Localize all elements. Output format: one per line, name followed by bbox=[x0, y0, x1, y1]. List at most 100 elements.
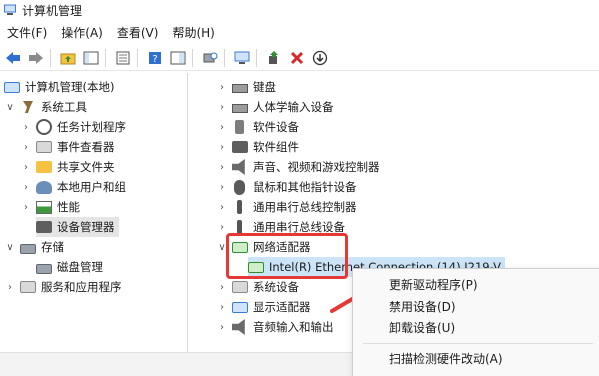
help-icon[interactable]: ? bbox=[145, 48, 165, 68]
tree-item-device-manager[interactable]: 设备管理器 bbox=[36, 217, 119, 237]
tree-item-system-tools[interactable]: ∨ 系统工具 bbox=[4, 97, 87, 117]
chevron-right-icon[interactable]: › bbox=[216, 281, 228, 293]
toolbar: ? bbox=[0, 45, 599, 71]
device-category-label: 软件组件 bbox=[253, 140, 299, 154]
chevron-right-icon[interactable]: › bbox=[216, 221, 228, 233]
software-component-icon bbox=[232, 141, 248, 153]
device-category-hid[interactable]: › 人体学输入设备 bbox=[216, 97, 334, 117]
tree-item-computer-management[interactable]: 计算机管理(本地) bbox=[4, 77, 114, 97]
usb-icon bbox=[237, 220, 242, 234]
device-category-display-adapters[interactable]: › 显示适配器 bbox=[216, 297, 311, 317]
chevron-right-icon[interactable]: › bbox=[20, 141, 32, 153]
device-category-mouse[interactable]: › 鼠标和其他指针设备 bbox=[216, 177, 357, 197]
chevron-right-icon[interactable]: › bbox=[20, 201, 32, 213]
chevron-right-icon[interactable]: › bbox=[20, 161, 32, 173]
scan-hardware-icon[interactable] bbox=[200, 48, 220, 68]
device-category-audio-io[interactable]: › 音频输入和输出 bbox=[216, 317, 334, 337]
device-category-audio[interactable]: › 声音、视频和游戏控制器 bbox=[216, 157, 380, 177]
tools-icon bbox=[20, 99, 36, 115]
chevron-right-icon[interactable]: › bbox=[216, 161, 228, 173]
chevron-right-icon[interactable]: › bbox=[216, 81, 228, 93]
menu-item-update-driver[interactable]: 更新驱动程序(P) bbox=[389, 275, 478, 295]
up-folder-icon[interactable] bbox=[58, 48, 78, 68]
title-bar: 计算机管理 bbox=[0, 0, 599, 20]
annotation-highlight-box bbox=[226, 233, 348, 279]
computer-management-icon bbox=[4, 82, 20, 93]
chevron-right-icon[interactable]: › bbox=[20, 181, 32, 193]
software-device-icon bbox=[235, 120, 244, 134]
clock-icon bbox=[36, 119, 52, 135]
services-icon bbox=[20, 281, 36, 293]
menu-separator bbox=[363, 343, 593, 344]
users-icon bbox=[36, 180, 52, 194]
tree-item-label: 性能 bbox=[57, 200, 80, 214]
chevron-right-icon[interactable]: › bbox=[216, 201, 228, 213]
tree-item-shared-folders[interactable]: › 共享文件夹 bbox=[20, 157, 115, 177]
chevron-right-icon[interactable]: › bbox=[216, 121, 228, 133]
tree-item-label: 服务和应用程序 bbox=[41, 280, 122, 294]
performance-icon bbox=[36, 200, 52, 214]
tree-item-event-viewer[interactable]: › 事件查看器 bbox=[20, 137, 115, 157]
chevron-right-icon[interactable]: › bbox=[4, 281, 16, 293]
chevron-right-icon[interactable]: › bbox=[216, 101, 228, 113]
tree-item-disk-management[interactable]: 磁盘管理 bbox=[36, 257, 103, 277]
system-device-icon bbox=[232, 281, 248, 293]
tree-item-storage[interactable]: ∨ 存储 bbox=[4, 237, 64, 257]
shared-folder-icon bbox=[36, 161, 52, 173]
chevron-down-icon[interactable]: ∨ bbox=[4, 241, 16, 253]
toolbar-separator bbox=[50, 48, 51, 67]
tree-item-local-users[interactable]: › 本地用户和组 bbox=[20, 177, 126, 197]
show-hide-icon[interactable] bbox=[168, 48, 188, 68]
device-category-label: 通用串行总线控制器 bbox=[253, 200, 357, 214]
monitor-icon[interactable] bbox=[232, 48, 252, 68]
usb-icon bbox=[237, 200, 242, 214]
device-category-keyboard[interactable]: › 键盘 bbox=[216, 77, 276, 97]
tree-item-label: 事件查看器 bbox=[57, 140, 115, 154]
device-manager-icon bbox=[36, 221, 52, 233]
tree-item-label: 设备管理器 bbox=[57, 220, 115, 234]
device-category-usb-controllers[interactable]: › 通用串行总线控制器 bbox=[216, 197, 357, 217]
chevron-right-icon[interactable]: › bbox=[20, 121, 32, 133]
device-category-software-devices[interactable]: › 软件设备 bbox=[216, 117, 299, 137]
chevron-down-icon[interactable]: ∨ bbox=[4, 101, 16, 113]
menu-action[interactable]: 操作(A) bbox=[54, 22, 110, 44]
forward-arrow-icon[interactable] bbox=[26, 48, 46, 68]
tree-item-performance[interactable]: › 性能 bbox=[20, 197, 80, 217]
menu-help[interactable]: 帮助(H) bbox=[165, 22, 221, 44]
toolbar-separator bbox=[224, 48, 225, 67]
tree-item-label: 本地用户和组 bbox=[57, 180, 126, 194]
keyboard-icon bbox=[232, 84, 248, 93]
update-driver-icon[interactable] bbox=[264, 48, 284, 68]
chevron-right-icon[interactable]: › bbox=[216, 301, 228, 313]
chevron-right-icon[interactable]: › bbox=[216, 321, 228, 333]
properties-icon[interactable] bbox=[113, 48, 133, 68]
menu-bar: 文件(F) 操作(A) 查看(V) 帮助(H) bbox=[0, 22, 222, 44]
event-viewer-icon bbox=[36, 141, 52, 153]
back-arrow-icon[interactable] bbox=[3, 48, 23, 68]
chevron-right-icon[interactable]: › bbox=[216, 181, 228, 193]
menu-file[interactable]: 文件(F) bbox=[0, 22, 54, 44]
computer-management-icon bbox=[4, 4, 16, 16]
chevron-right-icon[interactable]: › bbox=[216, 141, 228, 153]
device-category-software-components[interactable]: › 软件组件 bbox=[216, 137, 299, 157]
tree-item-label: 计算机管理(本地) bbox=[25, 80, 115, 94]
download-icon[interactable] bbox=[310, 48, 330, 68]
tree-item-task-scheduler[interactable]: › 任务计划程序 bbox=[20, 117, 126, 137]
toolbar-separator bbox=[137, 48, 138, 67]
menu-item-disable-device[interactable]: 禁用设备(D) bbox=[389, 297, 456, 317]
uninstall-icon[interactable] bbox=[287, 48, 307, 68]
tree-item-services-apps[interactable]: › 服务和应用程序 bbox=[4, 277, 122, 297]
disk-icon bbox=[36, 263, 52, 274]
device-category-label: 软件设备 bbox=[253, 120, 299, 134]
tree-item-label: 共享文件夹 bbox=[57, 160, 115, 174]
menu-item-uninstall-device[interactable]: 卸载设备(U) bbox=[389, 318, 455, 338]
window-title: 计算机管理 bbox=[22, 3, 83, 18]
menu-view[interactable]: 查看(V) bbox=[110, 22, 166, 44]
tree-item-label: 任务计划程序 bbox=[57, 120, 126, 134]
device-category-system-devices[interactable]: › 系统设备 bbox=[216, 277, 299, 297]
hid-icon bbox=[232, 104, 248, 113]
toolbar-separator bbox=[192, 48, 193, 67]
show-tree-icon[interactable] bbox=[81, 48, 101, 68]
speaker-icon bbox=[232, 159, 245, 175]
menu-item-scan-hardware[interactable]: 扫描检测硬件改动(A) bbox=[389, 349, 503, 369]
